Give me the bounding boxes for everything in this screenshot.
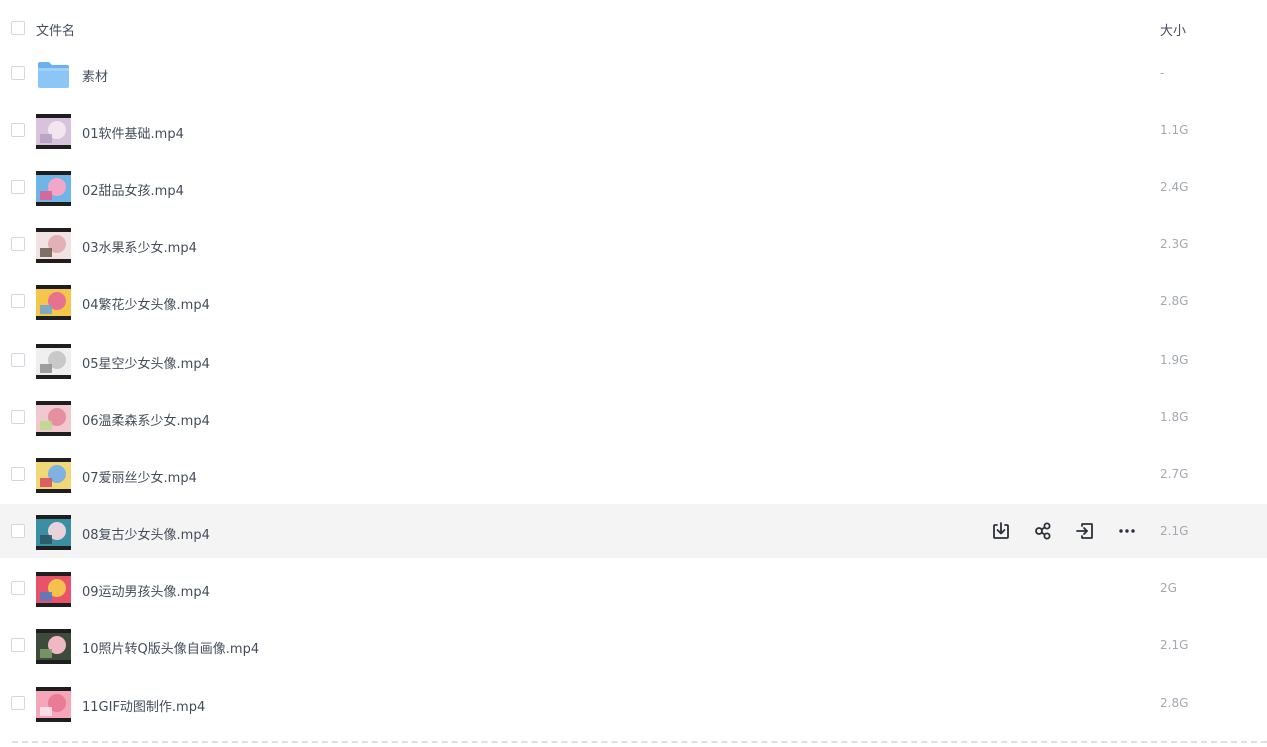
row-checkbox[interactable] [11, 66, 25, 80]
file-row[interactable]: 03水果系少女.mp4 2.3G [0, 217, 1267, 271]
video-thumbnail [36, 344, 71, 379]
row-checkbox[interactable] [11, 696, 25, 710]
move-icon[interactable] [1072, 518, 1098, 544]
file-size: 2.8G [1160, 696, 1189, 710]
file-row[interactable]: 素材 - [0, 46, 1267, 100]
video-thumbnail [36, 515, 71, 550]
file-row[interactable]: 07爱丽丝少女.mp4 2.7G [0, 447, 1267, 501]
file-size: 2.1G [1160, 524, 1189, 538]
video-thumbnail [36, 629, 71, 664]
file-name[interactable]: 04繁花少女头像.mp4 [82, 294, 210, 313]
file-size: 1.8G [1160, 410, 1189, 424]
file-name[interactable]: 10照片转Q版头像自画像.mp4 [82, 638, 259, 657]
video-thumbnail [36, 228, 71, 263]
video-thumbnail [36, 114, 71, 149]
file-size: - [1160, 66, 1165, 80]
file-row[interactable]: 06温柔森系少女.mp4 1.8G [0, 390, 1267, 444]
file-row[interactable]: 11GIF动图制作.mp4 2.8G [0, 676, 1267, 730]
video-thumbnail [36, 687, 71, 722]
file-size: 1.9G [1160, 353, 1189, 367]
file-row[interactable]: 02甜品女孩.mp4 2.4G [0, 160, 1267, 214]
row-checkbox[interactable] [11, 581, 25, 595]
file-size: 2.7G [1160, 467, 1189, 481]
file-name[interactable]: 06温柔森系少女.mp4 [82, 410, 210, 429]
row-checkbox[interactable] [11, 237, 25, 251]
list-bottom-divider [12, 741, 1267, 743]
file-name[interactable]: 11GIF动图制作.mp4 [82, 696, 205, 715]
file-name[interactable]: 05星空少女头像.mp4 [82, 353, 210, 372]
file-size: 2G [1160, 581, 1177, 595]
row-checkbox[interactable] [11, 638, 25, 652]
video-thumbnail [36, 171, 71, 206]
file-name[interactable]: 09运动男孩头像.mp4 [82, 581, 210, 600]
video-thumbnail [36, 572, 71, 607]
column-header-name[interactable]: 文件名 [36, 20, 75, 39]
select-all-checkbox[interactable] [11, 21, 25, 35]
row-checkbox[interactable] [11, 294, 25, 308]
folder-icon [36, 57, 71, 92]
download-icon[interactable] [988, 518, 1014, 544]
file-row[interactable]: 08复古少女头像.mp4 2.1G [0, 504, 1267, 558]
video-thumbnail [36, 285, 71, 320]
file-size: 2.1G [1160, 638, 1189, 652]
more-icon[interactable] [1114, 518, 1140, 544]
file-name[interactable]: 03水果系少女.mp4 [82, 237, 197, 256]
file-name[interactable]: 07爱丽丝少女.mp4 [82, 467, 197, 486]
file-row[interactable]: 05星空少女头像.mp4 1.9G [0, 333, 1267, 387]
file-name[interactable]: 08复古少女头像.mp4 [82, 524, 210, 543]
row-checkbox[interactable] [11, 180, 25, 194]
row-checkbox[interactable] [11, 524, 25, 538]
file-row[interactable]: 04繁花少女头像.mp4 2.8G [0, 274, 1267, 328]
file-name[interactable]: 02甜品女孩.mp4 [82, 180, 184, 199]
file-row[interactable]: 01软件基础.mp4 1.1G [0, 103, 1267, 157]
video-thumbnail [36, 401, 71, 436]
row-checkbox[interactable] [11, 467, 25, 481]
file-row[interactable]: 10照片转Q版头像自画像.mp4 2.1G [0, 618, 1267, 672]
file-row[interactable]: 09运动男孩头像.mp4 2G [0, 561, 1267, 615]
file-size: 2.3G [1160, 237, 1189, 251]
file-size: 1.1G [1160, 123, 1189, 137]
row-checkbox[interactable] [11, 410, 25, 424]
column-header-size[interactable]: 大小 [1160, 20, 1186, 39]
file-name[interactable]: 素材 [82, 66, 108, 85]
row-checkbox[interactable] [11, 353, 25, 367]
row-checkbox[interactable] [11, 123, 25, 137]
file-size: 2.8G [1160, 294, 1189, 308]
video-thumbnail [36, 458, 71, 493]
file-size: 2.4G [1160, 180, 1189, 194]
share-icon[interactable] [1030, 518, 1056, 544]
file-name[interactable]: 01软件基础.mp4 [82, 123, 184, 142]
